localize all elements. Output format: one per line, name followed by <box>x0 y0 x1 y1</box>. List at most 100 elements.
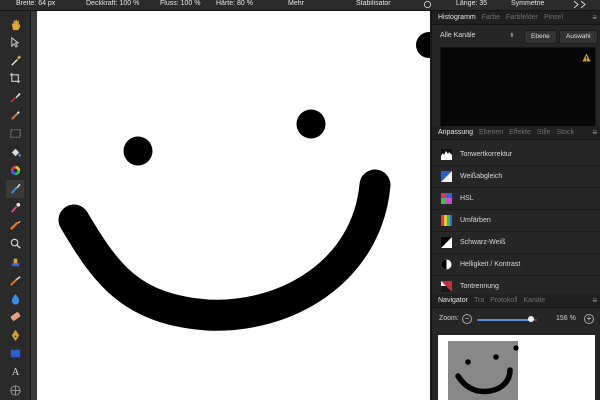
opacity-field[interactable]: Deckkraft: 100 % <box>86 0 139 10</box>
color-picker-tool-button[interactable] <box>6 52 24 70</box>
document-canvas[interactable] <box>37 11 430 400</box>
zoom-tool-button[interactable] <box>6 235 24 253</box>
clone-tool-button[interactable] <box>6 216 24 234</box>
tab-layers[interactable]: Ebenen <box>479 129 503 136</box>
rectangle-tool-button[interactable] <box>6 344 24 362</box>
color-wheel-icon <box>10 165 20 176</box>
pen-tool-button[interactable] <box>6 326 24 344</box>
length-field[interactable]: Länge: 35 <box>456 0 487 10</box>
selection-tool-button[interactable] <box>6 125 24 143</box>
adjustment-list: Tonwertkorrektur Weißabgleich HSL Umfärb… <box>432 144 600 298</box>
symmetry-toggle[interactable]: Symmetrie <box>511 0 544 10</box>
selection-button[interactable]: Auswahl <box>559 30 598 44</box>
zoom-value[interactable]: 156 % <box>556 315 576 322</box>
patch-tool-button[interactable] <box>6 308 24 326</box>
recolor-icon <box>441 215 452 226</box>
smiley-drawing <box>58 109 391 331</box>
color-wheel-button[interactable] <box>6 161 24 179</box>
pixel-tool-button[interactable] <box>6 107 24 125</box>
flow-value: 100 % <box>180 0 201 7</box>
zoom-slider-handle[interactable] <box>528 316 534 322</box>
brightness-contrast-icon <box>441 259 452 270</box>
tab-styles[interactable]: Stile <box>537 129 551 136</box>
brush-tool-button[interactable] <box>6 179 24 198</box>
panel-menu-icon[interactable]: ≡ <box>592 13 597 22</box>
list-item-label: Weißabgleich <box>460 173 503 180</box>
length-label: Länge: <box>456 0 478 7</box>
move-tool-button[interactable] <box>6 33 24 51</box>
mirror-icon[interactable] <box>572 0 594 10</box>
list-item-label: Helligkeit / Kontrast <box>460 261 521 268</box>
zoom-slider-fill <box>477 319 531 321</box>
panel-menu-icon[interactable]: ≡ <box>592 128 597 137</box>
studio-panels: Histogramm Farbe Farbfelder Pinsel ≡ All… <box>431 11 600 400</box>
navigator-preview[interactable] <box>438 335 595 400</box>
brush-width-label: Breite: <box>16 0 37 7</box>
hand-tool-button[interactable] <box>6 15 24 33</box>
flow-label: Fluss: <box>160 0 179 7</box>
tab-effects[interactable]: Effekte <box>509 129 531 136</box>
move-tool-icon <box>10 36 20 48</box>
zoom-in-icon[interactable]: + <box>584 314 594 324</box>
tab-history[interactable]: Protokoll <box>490 297 517 304</box>
navigator-tabs: Navigator Tra Protokoll Kanäle ≡ <box>432 294 600 308</box>
list-item-label: Tontrennung <box>460 283 499 290</box>
tab-swatches[interactable]: Farbfelder <box>506 14 538 21</box>
tab-navigator[interactable]: Navigator <box>438 297 468 304</box>
erase-brush-icon <box>10 202 20 213</box>
zoom-out-icon[interactable]: − <box>462 314 472 324</box>
selection-tool-icon <box>9 129 21 138</box>
list-item[interactable]: Helligkeit / Kontrast <box>432 254 600 276</box>
more-button[interactable]: Mehr <box>288 0 304 10</box>
tab-adjustments[interactable]: Anpassung <box>438 129 473 136</box>
patch-tool-icon <box>10 312 20 322</box>
erase-brush-button[interactable] <box>6 198 24 216</box>
levels-icon <box>441 149 452 160</box>
hardness-field[interactable]: Härte: 80 % <box>216 0 253 10</box>
zoom-controls: Zoom: − 156 % + <box>432 311 600 327</box>
healing-tool-button[interactable] <box>6 271 24 289</box>
brush-width-field[interactable]: Breite: 64 px <box>16 0 55 10</box>
crop-tool-icon <box>9 73 20 84</box>
panel-menu-icon[interactable]: ≡ <box>592 296 597 305</box>
mouth-stroke <box>58 169 391 331</box>
list-item[interactable]: HSL <box>432 188 600 210</box>
tab-channels[interactable]: Kanäle <box>523 297 545 304</box>
list-item[interactable]: Umfärben <box>432 210 600 232</box>
blur-tool-button[interactable] <box>6 290 24 308</box>
fill-tool-button[interactable] <box>6 143 24 161</box>
warning-icon <box>582 53 591 62</box>
list-item[interactable]: Weißabgleich <box>432 166 600 188</box>
paint-brush-tool-button[interactable] <box>6 88 24 106</box>
clone-tool-icon <box>9 220 21 230</box>
channel-select[interactable]: Alle Kanäle ⬍ <box>440 32 514 39</box>
opacity-label: Deckkraft: <box>86 0 118 7</box>
list-item-label: HSL <box>460 195 474 202</box>
list-item[interactable]: Schwarz-Weiß <box>432 232 600 254</box>
rope-mode-icon[interactable] <box>423 0 433 10</box>
mesh-tool-button[interactable] <box>6 381 24 399</box>
pixel-tool-icon <box>10 111 20 120</box>
left-eye <box>123 136 153 166</box>
canvas-area[interactable] <box>31 11 430 400</box>
paint-brush-tool-icon <box>9 92 21 103</box>
text-tool-button[interactable]: A <box>6 363 24 381</box>
tab-color[interactable]: Farbe <box>482 14 500 21</box>
stamp-tool-button[interactable] <box>6 253 24 271</box>
navigator-thumbnail <box>448 341 519 400</box>
layer-button[interactable]: Ebene <box>524 30 557 44</box>
symmetry-label: Symmetrie <box>511 0 545 7</box>
tab-transform[interactable]: Tra <box>474 297 484 304</box>
tab-histogram[interactable]: Histogramm <box>438 14 476 21</box>
blur-tool-icon <box>11 293 19 305</box>
crop-tool-button[interactable] <box>6 70 24 88</box>
tab-brushes[interactable]: Pinsel <box>544 14 563 21</box>
stabilizer-toggle[interactable]: Stabilisator <box>356 0 391 10</box>
flow-field[interactable]: Fluss: 100 % <box>160 0 200 10</box>
hardness-value: 80 % <box>237 0 253 7</box>
histogram-graph <box>440 47 596 129</box>
tab-stock[interactable]: Stock <box>556 129 574 136</box>
opacity-value: 100 % <box>119 0 140 7</box>
hsl-icon <box>441 193 452 204</box>
list-item[interactable]: Tonwertkorrektur <box>432 144 600 166</box>
